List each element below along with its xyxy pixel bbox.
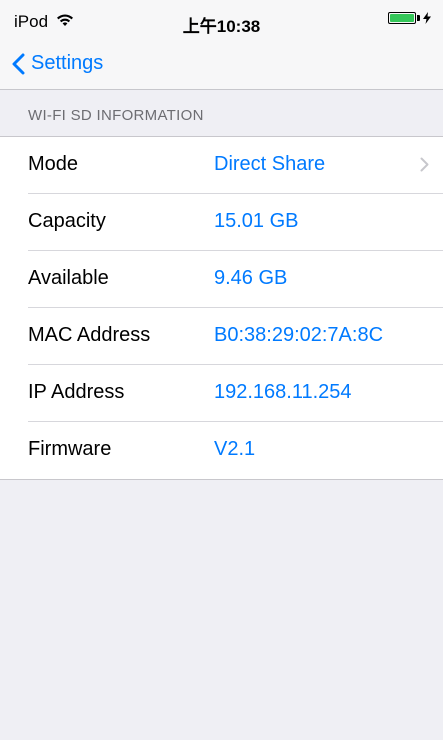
row-label: Firmware bbox=[28, 438, 112, 460]
charging-bolt-icon bbox=[423, 12, 431, 24]
section-title: WI-FI SD INFORMATION bbox=[28, 107, 204, 124]
screen: iPod 上午10:38 Settings WI-FI SD INFORMATI… bbox=[0, 0, 443, 740]
back-button[interactable]: Settings bbox=[12, 52, 103, 75]
info-table: Mode Direct Share Capacity 15.01 GB Avai… bbox=[0, 137, 443, 480]
section-header: WI-FI SD INFORMATION bbox=[0, 90, 443, 137]
chevron-left-icon bbox=[12, 53, 25, 74]
row-value: 192.168.11.254 bbox=[214, 381, 352, 403]
status-bar: iPod 上午10:38 bbox=[0, 0, 443, 40]
table-row-capacity: Capacity 15.01 GB bbox=[0, 194, 443, 251]
row-value: 15.01 GB bbox=[214, 210, 299, 232]
battery-fill bbox=[390, 14, 414, 22]
battery-charging-icon bbox=[388, 12, 431, 24]
row-value: 9.46 GB bbox=[214, 267, 288, 289]
status-time: 上午10:38 bbox=[182, 17, 261, 36]
row-label: MAC Address bbox=[28, 324, 151, 346]
table-row-mac-address: MAC Address B0:38:29:02:7A:8C bbox=[0, 308, 443, 365]
table-row-mode[interactable]: Mode Direct Share bbox=[0, 137, 443, 194]
row-label: IP Address bbox=[28, 381, 125, 403]
row-value: Direct Share bbox=[214, 153, 326, 175]
row-value: B0:38:29:02:7A:8C bbox=[214, 324, 384, 346]
row-label: Capacity bbox=[28, 210, 106, 232]
battery-cap bbox=[417, 15, 420, 21]
navigation-bar: Settings bbox=[0, 40, 443, 90]
battery-body bbox=[388, 12, 416, 24]
back-button-label: Settings bbox=[31, 52, 104, 74]
table-row-available: Available 9.46 GB bbox=[0, 251, 443, 308]
table-row-firmware: Firmware V2.1 bbox=[0, 422, 443, 479]
row-label: Available bbox=[28, 267, 109, 289]
row-label: Mode bbox=[28, 153, 79, 175]
chevron-right-icon bbox=[420, 157, 429, 177]
table-row-ip-address: IP Address 192.168.11.254 bbox=[0, 365, 443, 422]
row-value: V2.1 bbox=[214, 438, 256, 460]
